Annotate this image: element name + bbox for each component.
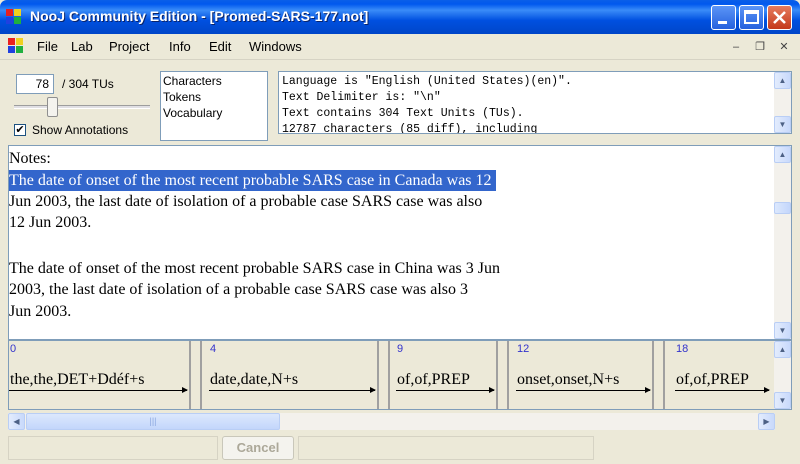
scroll-thumb[interactable]: ||| — [26, 413, 280, 430]
menu-bar: File Lab Project Info Edit Windows – ❐ ✕ — [0, 34, 800, 60]
text-line: The date of onset of the most recent pro… — [9, 260, 500, 277]
minimize-button[interactable] — [711, 5, 736, 30]
menu-info[interactable]: Info — [169, 39, 191, 54]
maximize-icon — [744, 10, 759, 24]
document-icon[interactable] — [8, 38, 24, 54]
mdi-restore-button[interactable]: ❐ — [751, 40, 769, 55]
info-scrollbar[interactable]: ▲ ▼ — [774, 72, 791, 133]
token-annotation[interactable]: 0 the,the,DET+Ddéf+s — [9, 341, 189, 409]
close-icon: ✕ — [779, 41, 789, 53]
selected-text-line[interactable]: The date of onset of the most recent pro… — [9, 170, 496, 191]
arrow-up-icon[interactable]: ▲ — [774, 341, 791, 358]
arrow-right-icon — [675, 387, 770, 393]
text-line: 2003, the last date of isolation of a pr… — [9, 281, 468, 298]
token-annotation[interactable]: 12 onset,onset,N+s — [516, 341, 652, 409]
text-line: Jun 2003. — [9, 303, 72, 320]
nooj-logo-icon[interactable] — [6, 9, 22, 25]
arrow-right-icon — [209, 387, 376, 393]
arrow-up-icon[interactable]: ▲ — [774, 146, 791, 163]
token-label: of,of,PREP — [676, 371, 749, 388]
token-index: 4 — [210, 343, 217, 355]
arrow-down-icon[interactable]: ▼ — [774, 322, 791, 339]
maximize-button[interactable] — [739, 5, 764, 30]
token-label: of,of,PREP — [397, 371, 470, 388]
token-index: 12 — [517, 343, 530, 355]
text-line: Jun 2003, the last date of isolation of … — [9, 193, 483, 210]
title-bar: NooJ Community Edition - [Promed-SARS-17… — [0, 0, 800, 34]
info-line: Text Delimiter is: "\n" — [282, 91, 441, 104]
token-index: 0 — [10, 343, 17, 355]
token-separator — [189, 341, 202, 409]
menu-file[interactable]: File — [37, 39, 58, 54]
list-item-vocabulary[interactable]: Vocabulary — [163, 106, 222, 120]
window-title: NooJ Community Edition - [Promed-SARS-17… — [30, 8, 369, 24]
scroll-thumb[interactable] — [774, 202, 791, 214]
show-annotations-label: Show Annotations — [32, 123, 129, 137]
arrow-right-icon — [9, 387, 188, 393]
status-panel — [298, 436, 594, 460]
text-line: 12 Jun 2003. — [9, 214, 92, 231]
menu-lab[interactable]: Lab — [71, 39, 93, 54]
checkmark-icon[interactable]: ✔ — [14, 124, 26, 136]
menu-edit[interactable]: Edit — [209, 39, 231, 54]
text-line: Notes: — [9, 150, 51, 167]
slider-track — [14, 105, 150, 109]
list-item-characters[interactable]: Characters — [163, 74, 222, 88]
text-view[interactable]: Notes: The date of onset of the most rec… — [8, 145, 792, 340]
tu-total-label: / 304 TUs — [62, 77, 114, 91]
view-list: Characters Tokens Vocabulary — [160, 71, 268, 141]
menu-windows[interactable]: Windows — [249, 39, 302, 54]
token-separator — [377, 341, 390, 409]
token-index: 9 — [397, 343, 404, 355]
annotation-panel: 0 the,the,DET+Ddéf+s 4 date,date,N+s 9 o… — [8, 340, 792, 410]
mdi-minimize-button[interactable]: – — [727, 40, 745, 55]
horizontal-scrollbar[interactable]: ◀ ||| ▶ — [8, 413, 775, 430]
arrow-down-icon[interactable]: ▼ — [774, 392, 791, 409]
minimize-icon: – — [732, 41, 740, 53]
restore-icon: ❐ — [755, 41, 765, 53]
mdi-close-button[interactable]: ✕ — [775, 40, 793, 55]
token-separator — [652, 341, 665, 409]
text-scrollbar[interactable]: ▲ ▼ — [774, 146, 791, 339]
token-label: onset,onset,N+s — [517, 371, 620, 388]
status-panel — [8, 436, 218, 460]
tu-slider[interactable] — [14, 96, 150, 118]
info-line: Text contains 304 Text Units (TUs). — [282, 107, 524, 120]
arrow-left-icon[interactable]: ◀ — [8, 413, 25, 430]
arrow-down-icon[interactable]: ▼ — [774, 116, 791, 133]
arrow-right-icon — [516, 387, 651, 393]
menu-project[interactable]: Project — [109, 39, 149, 54]
annotation-scrollbar[interactable]: ▲ ▼ — [774, 341, 791, 409]
tu-number-input[interactable]: 78 — [16, 74, 54, 94]
token-annotation[interactable]: 9 of,of,PREP — [396, 341, 496, 409]
arrow-right-icon[interactable]: ▶ — [758, 413, 775, 430]
info-panel: Language is "English (United States)(en)… — [278, 71, 792, 134]
token-label: the,the,DET+Ddéf+s — [10, 371, 145, 388]
token-annotation[interactable]: 4 date,date,N+s — [209, 341, 377, 409]
minimize-icon — [718, 21, 727, 24]
list-item-tokens[interactable]: Tokens — [163, 90, 201, 104]
arrow-up-icon[interactable]: ▲ — [774, 72, 791, 89]
close-icon — [773, 11, 786, 24]
token-label: date,date,N+s — [210, 371, 299, 388]
cancel-button[interactable]: Cancel — [222, 436, 294, 460]
slider-thumb[interactable] — [47, 97, 58, 117]
token-index: 18 — [676, 343, 689, 355]
arrow-right-icon — [396, 387, 495, 393]
info-line: 12787 characters (85 diff), including — [282, 123, 538, 134]
token-annotation[interactable]: 18 of,of,PREP — [675, 341, 771, 409]
info-line: Language is "English (United States)(en)… — [282, 75, 572, 88]
close-button[interactable] — [767, 5, 792, 30]
token-separator — [496, 341, 509, 409]
